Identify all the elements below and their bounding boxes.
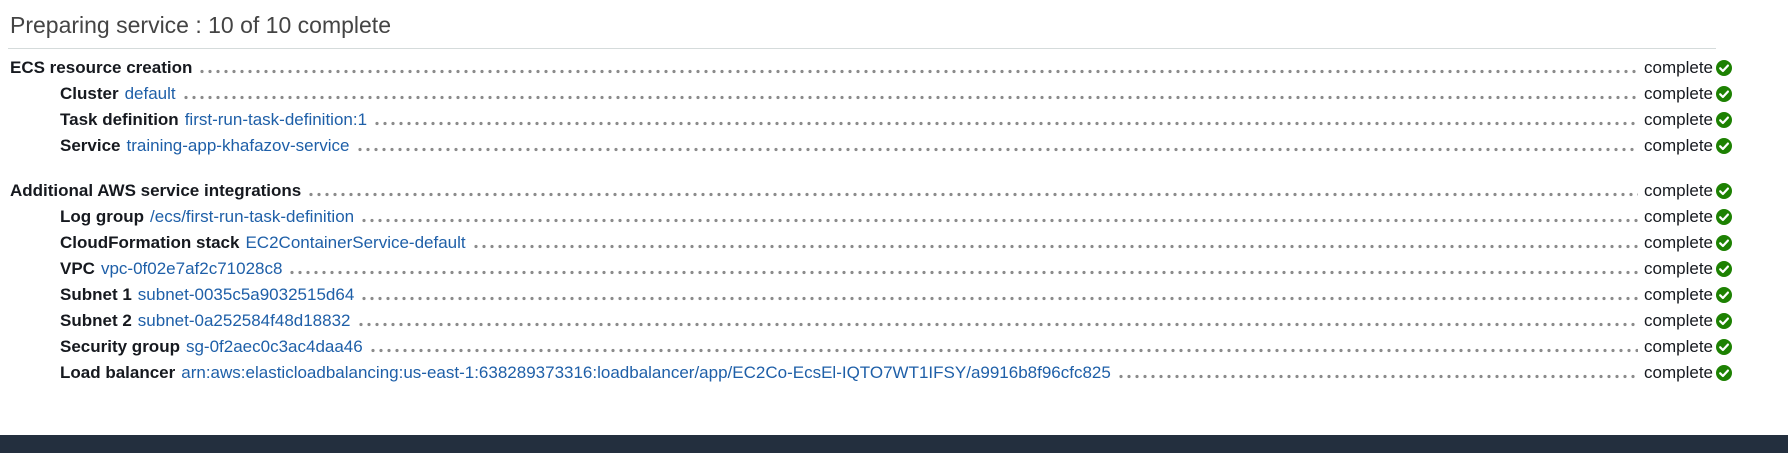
section-header-row: ECS resource creation complete	[10, 55, 1732, 81]
list-item-cloudformation-stack: CloudFormation stack EC2ContainerService…	[10, 230, 1732, 256]
check-circle-icon	[1716, 183, 1732, 199]
dot-leader	[368, 347, 1639, 353]
list-item-subnet-2: Subnet 2 subnet-0a252584f48d18832 comple…	[10, 308, 1732, 334]
status-text: complete	[1644, 363, 1713, 382]
dot-leader	[360, 217, 1639, 223]
check-circle-icon	[1716, 365, 1732, 381]
console-footer-bar	[0, 435, 1788, 453]
status-text: complete	[1644, 285, 1713, 304]
list-item-load-balancer: Load balancer arn:aws:elasticloadbalanci…	[10, 360, 1732, 386]
dot-leader	[307, 191, 1639, 197]
dot-leader	[1116, 373, 1639, 379]
item-label: Log group	[60, 207, 145, 226]
check-circle-icon	[1716, 112, 1732, 128]
list-item-security-group: Security group sg-0f2aec0c3ac4daa46 comp…	[10, 334, 1732, 360]
divider	[8, 48, 1716, 49]
status-text: complete	[1644, 259, 1713, 278]
list-item-task-definition: Task definition first-run-task-definitio…	[10, 107, 1732, 133]
section-additional-aws-integrations: Additional AWS service integrations comp…	[10, 178, 1732, 386]
item-label: Security group	[60, 337, 180, 356]
list-item-vpc: VPC vpc-0f02e7af2c71028c8 complete	[10, 256, 1732, 282]
check-circle-icon	[1716, 261, 1732, 277]
list-item-cluster: Cluster default complete	[10, 81, 1732, 107]
dot-leader	[360, 295, 1639, 301]
check-circle-icon	[1716, 86, 1732, 102]
section-header-row: Additional AWS service integrations comp…	[10, 178, 1732, 204]
status-text: complete	[1644, 58, 1713, 77]
section-label: ECS resource creation	[10, 58, 193, 77]
dot-leader	[288, 269, 1639, 275]
status-text: complete	[1644, 84, 1713, 103]
check-circle-icon	[1716, 339, 1732, 355]
cluster-link[interactable]: default	[125, 84, 176, 104]
dot-leader	[471, 243, 1639, 249]
list-item-log-group: Log group /ecs/first-run-task-definition…	[10, 204, 1732, 230]
dot-leader	[198, 68, 1639, 74]
status-text: complete	[1644, 233, 1713, 252]
subnet-1-link[interactable]: subnet-0035c5a9032515d64	[138, 285, 354, 305]
load-balancer-link[interactable]: arn:aws:elasticloadbalancing:us-east-1:6…	[181, 363, 1111, 383]
check-circle-icon	[1716, 235, 1732, 251]
status-text: complete	[1644, 136, 1713, 155]
subnet-2-link[interactable]: subnet-0a252584f48d18832	[138, 311, 351, 331]
item-label: Load balancer	[60, 363, 176, 382]
status-text: complete	[1644, 110, 1713, 129]
dot-leader	[355, 146, 1639, 152]
item-label: VPC	[60, 259, 95, 278]
check-circle-icon	[1716, 138, 1732, 154]
task-definition-link[interactable]: first-run-task-definition:1	[185, 110, 367, 130]
dot-leader	[356, 321, 1639, 327]
item-label: Cluster	[60, 84, 119, 103]
check-circle-icon	[1716, 60, 1732, 76]
service-link[interactable]: training-app-khafazov-service	[127, 136, 350, 156]
item-label: Service	[60, 136, 121, 155]
item-label: Subnet 1	[60, 285, 132, 304]
status-text: complete	[1644, 337, 1713, 356]
check-circle-icon	[1716, 287, 1732, 303]
item-label: Task definition	[60, 110, 179, 129]
check-circle-icon	[1716, 313, 1732, 329]
dot-leader	[181, 94, 1639, 100]
status-text: complete	[1644, 181, 1713, 200]
cloudformation-stack-link[interactable]: EC2ContainerService-default	[245, 233, 465, 253]
check-circle-icon	[1716, 209, 1732, 225]
section-ecs-resource-creation: ECS resource creation complete Cluster d…	[10, 55, 1732, 159]
preparing-service-panel: Preparing service : 10 of 10 complete EC…	[0, 0, 1788, 453]
status-text: complete	[1644, 207, 1713, 226]
item-label: CloudFormation stack	[60, 233, 240, 252]
section-label: Additional AWS service integrations	[10, 181, 302, 200]
dot-leader	[373, 120, 1639, 126]
log-group-link[interactable]: /ecs/first-run-task-definition	[150, 207, 354, 227]
list-item-service: Service training-app-khafazov-service co…	[10, 133, 1732, 159]
list-item-subnet-1: Subnet 1 subnet-0035c5a9032515d64 comple…	[10, 282, 1732, 308]
vpc-link[interactable]: vpc-0f02e7af2c71028c8	[101, 259, 282, 279]
page-title: Preparing service : 10 of 10 complete	[10, 12, 391, 38]
item-label: Subnet 2	[60, 311, 132, 330]
security-group-link[interactable]: sg-0f2aec0c3ac4daa46	[186, 337, 363, 357]
status-text: complete	[1644, 311, 1713, 330]
